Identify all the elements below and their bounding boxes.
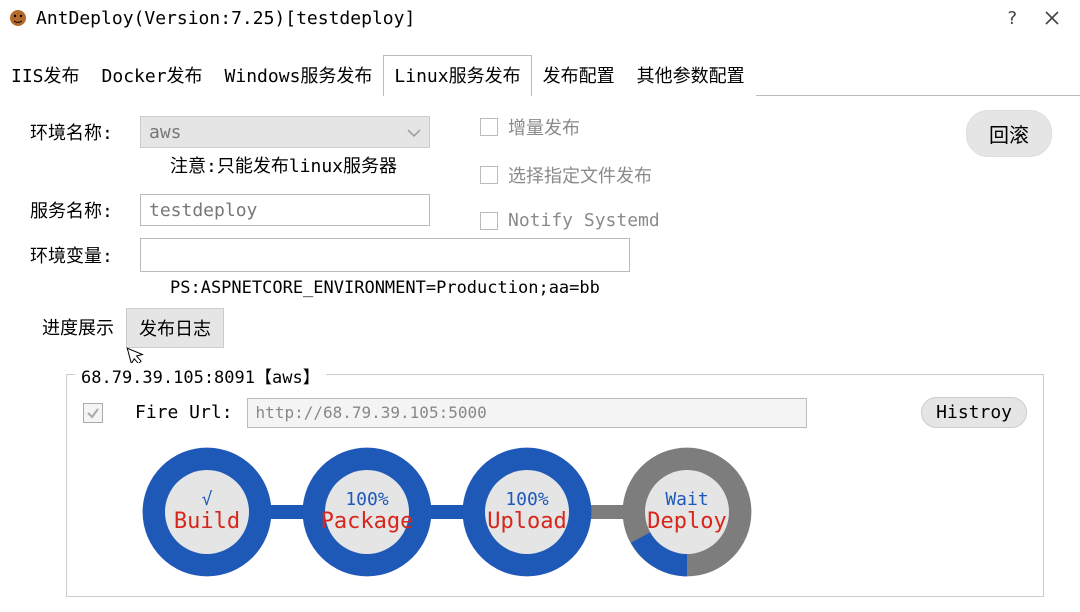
help-button[interactable]: ? xyxy=(992,4,1032,32)
chevron-down-icon xyxy=(407,122,421,143)
env-combobox[interactable]: aws xyxy=(140,116,430,148)
subtab-progress[interactable]: 进度展示 xyxy=(30,308,126,348)
progress-host-legend: 68.79.39.105:8091【aws】 xyxy=(75,363,326,388)
checkbox-icon xyxy=(480,166,498,184)
fire-url-label: Fire Url: xyxy=(135,402,233,423)
env-label: 环境名称: xyxy=(30,119,140,145)
stage-build: √ Build xyxy=(137,442,277,582)
checkbox-notify-systemd[interactable]: Notify Systemd xyxy=(480,210,660,231)
envvar-label: 环境变量: xyxy=(30,242,140,268)
checkbox-notify-systemd-label: Notify Systemd xyxy=(508,210,660,231)
fire-url-input[interactable]: http://68.79.39.105:5000 xyxy=(247,398,807,428)
stage-package: 100% Package xyxy=(297,442,437,582)
tab-docker[interactable]: Docker发布 xyxy=(91,55,214,96)
service-name-value: testdeploy xyxy=(149,200,257,221)
main-tabs: IIS发布 Docker发布 Windows服务发布 Linux服务发布 发布配… xyxy=(0,54,1080,96)
env-value: aws xyxy=(149,122,182,143)
window-title: AntDeploy(Version:7.25)[testdeploy] xyxy=(36,8,415,29)
row-envvar: 环境变量: xyxy=(30,238,1080,272)
tab-other-params[interactable]: 其他参数配置 xyxy=(626,55,756,96)
tab-content: 回滚 环境名称: aws 注意:只能发布linux服务器 服务名称: testd… xyxy=(0,96,1080,597)
checkbox-select-files-label: 选择指定文件发布 xyxy=(508,162,652,188)
envvar-input[interactable] xyxy=(140,238,630,272)
fire-checkbox[interactable] xyxy=(83,403,103,423)
fire-row: Fire Url: http://68.79.39.105:5000 Histr… xyxy=(83,397,1027,428)
stage-build-top: √ xyxy=(202,490,213,510)
checkbox-icon xyxy=(480,118,498,136)
progress-groupbox: 68.79.39.105:8091【aws】 Fire Url: http://… xyxy=(66,374,1044,597)
checkbox-select-files[interactable]: 选择指定文件发布 xyxy=(480,162,660,188)
tab-linux-service[interactable]: Linux服务发布 xyxy=(383,55,531,96)
publish-options: 增量发布 选择指定文件发布 Notify Systemd xyxy=(480,114,660,231)
stage-upload: 100% Upload xyxy=(457,442,597,582)
stage-deploy-bottom: Deploy xyxy=(647,510,726,534)
checkbox-incremental-label: 增量发布 xyxy=(508,114,580,140)
rollback-button[interactable]: 回滚 xyxy=(966,110,1052,157)
history-button[interactable]: Histroy xyxy=(921,397,1027,428)
stage-package-top: 100% xyxy=(345,490,388,510)
service-name-input[interactable]: testdeploy xyxy=(140,194,430,226)
stage-package-bottom: Package xyxy=(321,510,414,534)
checkbox-incremental[interactable]: 增量发布 xyxy=(480,114,660,140)
stage-deploy-top: Wait xyxy=(665,490,708,510)
checkbox-icon xyxy=(480,212,498,230)
stage-build-bottom: Build xyxy=(174,510,240,534)
stage-upload-top: 100% xyxy=(505,490,548,510)
app-icon xyxy=(8,8,28,28)
close-button[interactable] xyxy=(1032,4,1072,32)
stages-row: √ Build 100% Package 100% Upload xyxy=(83,442,1027,582)
title-bar: AntDeploy(Version:7.25)[testdeploy] ? xyxy=(0,0,1080,36)
service-label: 服务名称: xyxy=(30,197,140,223)
tab-publish-config[interactable]: 发布配置 xyxy=(532,55,626,96)
fire-url-value: http://68.79.39.105:5000 xyxy=(256,403,487,422)
tab-iis[interactable]: IIS发布 xyxy=(0,55,91,96)
stage-upload-bottom: Upload xyxy=(487,510,566,534)
envvar-hint: PS:ASPNETCORE_ENVIRONMENT=Production;aa=… xyxy=(170,278,1080,298)
tab-windows-service[interactable]: Windows服务发布 xyxy=(214,55,384,96)
stage-deploy: Wait Deploy xyxy=(617,442,757,582)
sub-tabs: 进度展示 发布日志 xyxy=(30,308,1080,348)
